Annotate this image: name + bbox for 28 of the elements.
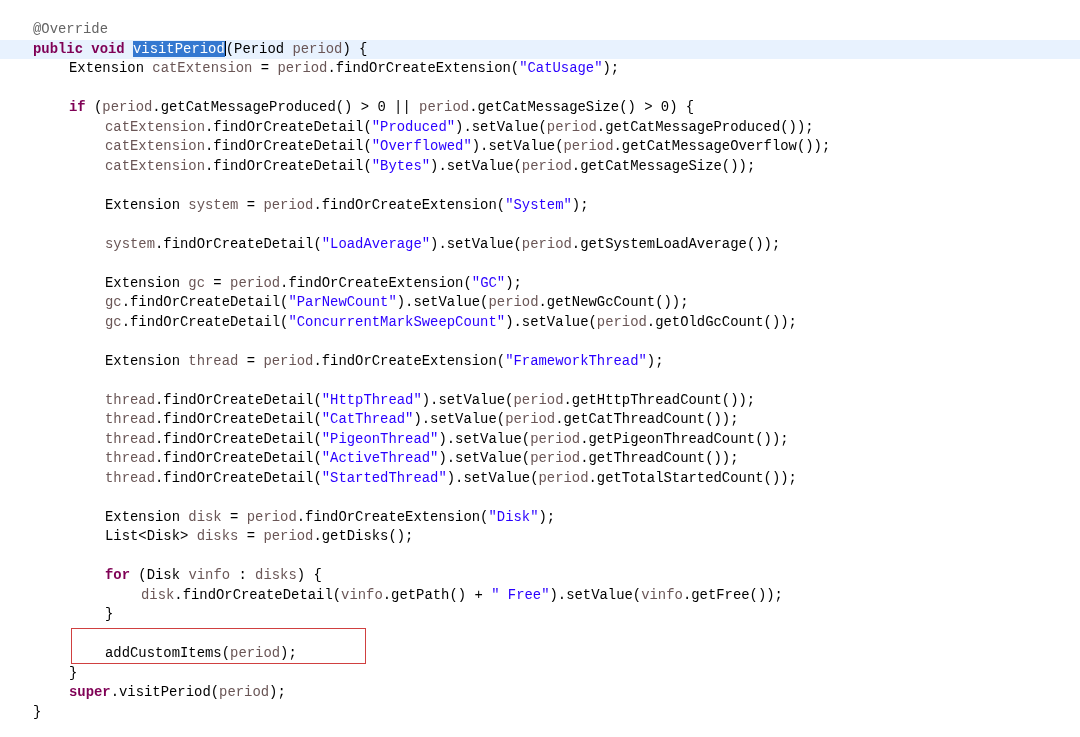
code-line: Extension thread = period.findOrCreateExtension("FrameworkThread"); bbox=[105, 351, 664, 371]
code-line: if (period.getCatMessageProduced() > 0 || period.getCatMessageSize() > 0) { bbox=[69, 98, 695, 117]
code-line: } bbox=[69, 663, 78, 683]
code-line: system.findOrCreateDetail("LoadAverage").setValue(period.getSystemLoadAverage()); bbox=[105, 234, 781, 254]
code-line: thread.findOrCreateDetail("HttpThread").setValue(period.getHttpThreadCount()); bbox=[105, 390, 756, 410]
code-line: super.visitPeriod(period); bbox=[69, 683, 286, 702]
code-line: catExtension.findOrCreateDetail("Produced").setValue(period.getCatMessageProduced()); bbox=[105, 117, 814, 137]
code-line: Extension system = period.findOrCreateExtension("System"); bbox=[105, 195, 589, 215]
text-cursor bbox=[224, 41, 226, 57]
code-line: thread.findOrCreateDetail("ActiveThread").setValue(period.getThreadCount()); bbox=[105, 449, 739, 468]
code-line: gc.findOrCreateDetail("ParNewCount").setValue(period.getNewGcCount()); bbox=[105, 293, 689, 312]
code-line: } bbox=[105, 605, 114, 624]
code-line: thread.findOrCreateDetail("PigeonThread").setValue(period.getPigeonThreadCount()); bbox=[105, 429, 789, 449]
code-line: Extension gc = period.findOrCreateExtension("GC"); bbox=[105, 273, 522, 293]
code-line: List<Disk> disks = period.getDisks(); bbox=[105, 527, 414, 546]
code-line: gc.findOrCreateDetail("ConcurrentMarkSweepCount").setValue(period.getOldGcCount()); bbox=[105, 312, 797, 332]
code-line: for (Disk vinfo : disks) { bbox=[105, 566, 322, 585]
code-line: Extension disk = period.findOrCreateExtension("Disk"); bbox=[105, 507, 556, 527]
code-line: } bbox=[33, 702, 42, 722]
code-line: public void visitPeriod(Period period) { bbox=[33, 39, 368, 59]
code-line: thread.findOrCreateDetail("CatThread").setValue(period.getCatThreadCount()); bbox=[105, 410, 739, 429]
code-line: catExtension.findOrCreateDetail("Overflowed").setValue(period.getCatMessageOverflow()); bbox=[105, 137, 831, 156]
code-line: Extension catExtension = period.findOrCreateExtension("CatUsage"); bbox=[69, 59, 620, 78]
code-line: disk.findOrCreateDetail(vinfo.getPath() + " Free").setValue(vinfo.getFree()); bbox=[141, 585, 783, 605]
code-line: addCustomItems(period); bbox=[105, 644, 297, 664]
code-line: @Override bbox=[33, 20, 109, 39]
code-line: catExtension.findOrCreateDetail("Bytes").setValue(period.getCatMessageSize()); bbox=[105, 156, 756, 176]
code-line: thread.findOrCreateDetail("StartedThread").setValue(period.getTotalStartedCount()); bbox=[105, 468, 797, 488]
